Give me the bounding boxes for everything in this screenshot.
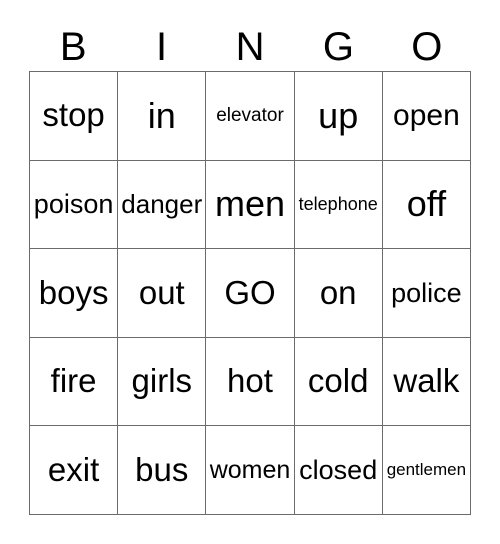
bingo-header: B I N G O: [29, 22, 471, 71]
bingo-cell-label: bus: [135, 450, 189, 488]
header-letter-g: G: [322, 24, 354, 69]
bingo-cell[interactable]: cold: [294, 337, 383, 427]
bingo-cell[interactable]: men: [206, 160, 295, 250]
bingo-cell-label: closed: [299, 455, 378, 486]
bingo-cell[interactable]: out: [118, 249, 207, 338]
bingo-cell-label: cold: [307, 362, 369, 400]
bingo-cell[interactable]: up: [294, 72, 383, 161]
bingo-cell-label: fire: [50, 362, 97, 400]
bingo-cell[interactable]: hot: [206, 337, 295, 427]
bingo-cell[interactable]: bus: [118, 426, 207, 515]
bingo-card: B I N G O stop in elevator up open poison dang…: [0, 0, 500, 544]
bingo-cell[interactable]: GO: [206, 249, 295, 338]
bingo-cell[interactable]: fire: [30, 337, 119, 427]
bingo-cell-label: GO: [224, 273, 276, 311]
bingo-cell-label: open: [393, 99, 460, 133]
bingo-cell-label: boys: [38, 273, 109, 311]
header-letter-o: O: [411, 24, 443, 69]
bingo-cell-label: walk: [393, 362, 460, 400]
bingo-cell-label: danger: [121, 188, 203, 219]
bingo-cell[interactable]: telephone: [294, 160, 383, 250]
bingo-cell-label: girls: [131, 362, 193, 400]
bingo-cell[interactable]: gentlemen: [382, 426, 471, 515]
bingo-cell-label: women: [209, 456, 291, 485]
bingo-cell[interactable]: women: [206, 426, 295, 515]
bingo-cell[interactable]: exit: [30, 426, 119, 515]
header-letter-b: B: [59, 24, 87, 69]
bingo-cell-label: in: [147, 94, 176, 136]
bingo-cell[interactable]: walk: [382, 337, 471, 427]
bingo-cell[interactable]: boys: [30, 249, 119, 338]
bingo-cell[interactable]: poison: [30, 160, 119, 250]
bingo-cell[interactable]: stop: [30, 72, 119, 161]
bingo-cell[interactable]: open: [382, 72, 471, 161]
bingo-cell-label: hot: [227, 362, 273, 400]
bingo-cell[interactable]: police: [382, 249, 471, 338]
bingo-cell-label: elevator: [216, 104, 284, 126]
bingo-cell-label: off: [406, 183, 447, 225]
bingo-cell-label: police: [391, 277, 462, 308]
header-letter-n: N: [235, 24, 265, 69]
bingo-cell[interactable]: on: [294, 249, 383, 338]
bingo-cell-label: on: [319, 273, 357, 311]
bingo-cell-label: exit: [47, 450, 100, 488]
bingo-cell[interactable]: elevator: [206, 72, 295, 161]
bingo-cell-label: stop: [42, 96, 105, 134]
bingo-cell[interactable]: closed: [294, 426, 383, 515]
bingo-cell[interactable]: danger: [118, 160, 207, 250]
bingo-grid: stop in elevator up open poison danger men telep…: [29, 71, 471, 515]
bingo-cell-label: poison: [33, 189, 114, 220]
bingo-cell[interactable]: in: [118, 72, 207, 161]
header-letter-i: I: [156, 24, 168, 69]
bingo-cell-label: gentlemen: [386, 460, 467, 480]
bingo-cell-label: men: [214, 183, 285, 225]
bingo-cell-label: up: [318, 94, 359, 136]
bingo-cell[interactable]: girls: [118, 337, 207, 427]
bingo-cell-label: out: [138, 273, 185, 311]
bingo-cell[interactable]: off: [382, 160, 471, 250]
bingo-cell-label: telephone: [298, 193, 378, 214]
